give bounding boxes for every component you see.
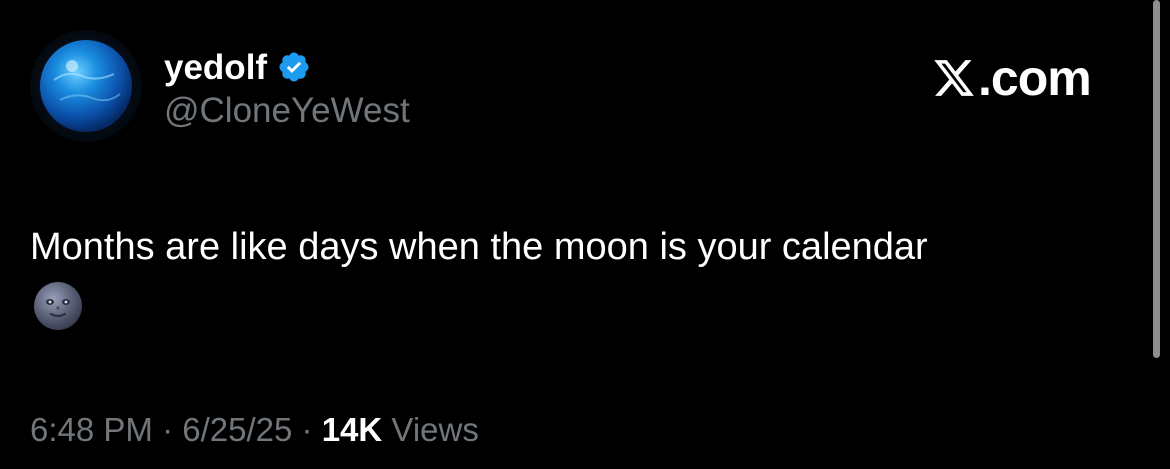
views-label: Views (391, 411, 479, 448)
blue-planet-avatar-icon (40, 40, 132, 132)
meta-separator: · (301, 411, 313, 448)
x-logo-icon (934, 60, 974, 96)
views-count[interactable]: 14K (322, 411, 383, 448)
tweet-date[interactable]: 6/25/25 (182, 411, 292, 448)
meta-separator: · (162, 411, 174, 448)
tweet-time[interactable]: 6:48 PM (30, 411, 153, 448)
author-handle[interactable]: @CloneYeWest (164, 91, 410, 131)
tweet-text: Months are like days when the moon is yo… (30, 226, 928, 268)
new-moon-face-emoji-icon (34, 282, 82, 330)
tweet-meta: 6:48 PM · 6/25/25 · 14K Views (30, 411, 479, 448)
site-suffix: .com (978, 50, 1092, 106)
display-name[interactable]: yedolf (164, 50, 267, 85)
author-name-row[interactable]: yedolf (164, 44, 311, 90)
avatar[interactable] (30, 30, 142, 142)
scrollbar[interactable] (1153, 0, 1160, 358)
site-logo: .com (932, 50, 1092, 106)
verified-badge-icon (279, 52, 309, 82)
